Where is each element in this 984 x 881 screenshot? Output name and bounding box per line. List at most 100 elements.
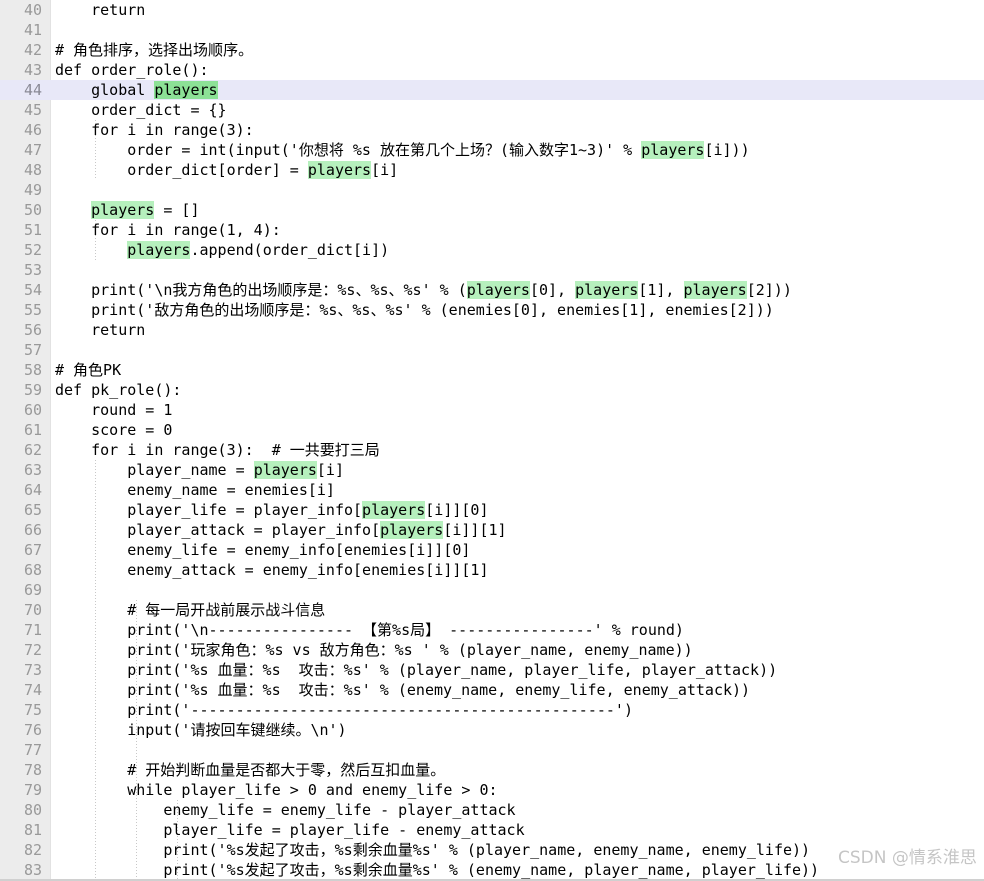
code-text[interactable]: player_attack = player_info[players[i]][… (55, 520, 507, 540)
code-text[interactable]: print('---------------------------------… (55, 700, 633, 720)
code-line[interactable]: 71 print('\n---------------- 【第%s局】 ----… (0, 620, 984, 640)
code-segment: input('请按回车键继续。\n') (55, 721, 347, 739)
code-line[interactable]: 72 print('玩家角色：%s vs 敌方角色：%s ' % (player… (0, 640, 984, 660)
code-line[interactable]: 40 return (0, 0, 984, 20)
code-line[interactable]: 51 for i in range(1, 4): (0, 220, 984, 240)
code-line[interactable]: 74 print('%s 血量：%s 攻击：%s' % (enemy_name,… (0, 680, 984, 700)
code-segment: # 每一局开战前展示战斗信息 (55, 601, 326, 619)
code-text[interactable]: # 角色PK (55, 360, 121, 380)
code-text[interactable]: round = 1 (55, 400, 172, 420)
code-line[interactable]: 44 global players (0, 80, 984, 100)
code-text[interactable]: # 每一局开战前展示战斗信息 (55, 600, 325, 620)
code-segment: [i]][0] (425, 501, 489, 519)
code-text[interactable]: player_name = players[i] (55, 460, 344, 480)
code-segment: order_dict[order] = (55, 161, 308, 179)
code-line[interactable]: 49 (0, 180, 984, 200)
code-editor[interactable]: 40 return 41 42 # 角色排序，选择出场顺序。 43 def order_r… (0, 0, 984, 881)
code-line[interactable]: 66 player_attack = player_info[players[i… (0, 520, 984, 540)
code-text[interactable]: players.append(order_dict[i]) (55, 240, 389, 260)
code-text[interactable]: global players (55, 80, 218, 100)
code-text[interactable]: enemy_life = enemy_info[enemies[i]][0] (55, 540, 470, 560)
line-number: 54 (23, 281, 42, 299)
code-line[interactable]: 60 round = 1 (0, 400, 984, 420)
code-line[interactable]: 42 # 角色排序，选择出场顺序。 (0, 40, 984, 60)
code-text[interactable]: print('%s发起了攻击，%s剩余血量%s' % (player_name,… (55, 840, 810, 860)
code-text[interactable]: enemy_life = enemy_life - player_attack (55, 800, 515, 820)
line-number: 66 (23, 521, 42, 539)
code-line[interactable]: 77 (0, 740, 984, 760)
code-text[interactable]: order = int(input('你想将 %s 放在第几个上场？(输入数字1… (55, 140, 750, 160)
code-text[interactable]: print('敌方角色的出场顺序是：%s、%s、%s' % (enemies[0… (55, 300, 774, 320)
code-line[interactable]: 64 enemy_name = enemies[i] (0, 480, 984, 500)
code-line[interactable]: 70 # 每一局开战前展示战斗信息 (0, 600, 984, 620)
code-line[interactable]: 52 players.append(order_dict[i]) (0, 240, 984, 260)
code-text[interactable]: # 开始判断血量是否都大于零，然后互扣血量。 (55, 760, 445, 780)
code-text[interactable]: return (55, 0, 145, 20)
code-line[interactable]: 54 print('\n我方角色的出场顺序是：%s、%s、%s' % (play… (0, 280, 984, 300)
code-line[interactable]: 57 (0, 340, 984, 360)
code-text[interactable]: score = 0 (55, 420, 172, 440)
code-segment: print('---------------------------------… (55, 701, 633, 719)
code-line[interactable]: 62 for i in range(3): # 一共要打三局 (0, 440, 984, 460)
code-line[interactable]: 63 player_name = players[i] (0, 460, 984, 480)
code-line[interactable]: 73 print('%s 血量：%s 攻击：%s' % (player_name… (0, 660, 984, 680)
code-line[interactable]: 55 print('敌方角色的出场顺序是：%s、%s、%s' % (enemie… (0, 300, 984, 320)
code-line[interactable]: 59 def pk_role(): (0, 380, 984, 400)
code-text[interactable]: # 角色排序，选择出场顺序。 (55, 40, 253, 60)
selected-search-match: players (154, 81, 218, 99)
code-line[interactable]: 46 for i in range(3): (0, 120, 984, 140)
code-line[interactable]: 41 (0, 20, 984, 40)
code-line[interactable]: 67 enemy_life = enemy_info[enemies[i]][0… (0, 540, 984, 560)
code-line[interactable]: 78 # 开始判断血量是否都大于零，然后互扣血量。 (0, 760, 984, 780)
code-text[interactable]: order_dict[order] = players[i] (55, 160, 398, 180)
search-match: players (91, 201, 155, 219)
code-line[interactable]: 81 player_life = player_life - enemy_att… (0, 820, 984, 840)
code-text[interactable]: for i in range(3): # 一共要打三局 (55, 440, 380, 460)
code-line[interactable]: 53 (0, 260, 984, 280)
code-line[interactable]: 50 players = [] (0, 200, 984, 220)
code-line[interactable]: 48 order_dict[order] = players[i] (0, 160, 984, 180)
code-line[interactable]: 68 enemy_attack = enemy_info[enemies[i]]… (0, 560, 984, 580)
code-text[interactable]: print('%s 血量：%s 攻击：%s' % (player_name, p… (55, 660, 777, 680)
code-text[interactable]: def pk_role(): (55, 380, 181, 400)
code-line[interactable]: 82 print('%s发起了攻击，%s剩余血量%s' % (player_na… (0, 840, 984, 860)
code-segment: .append(order_dict[i]) (190, 241, 390, 259)
code-line[interactable]: 69 (0, 580, 984, 600)
code-line[interactable]: 76 input('请按回车键继续。\n') (0, 720, 984, 740)
code-text[interactable]: print('\n我方角色的出场顺序是：%s、%s、%s' % (players… (55, 280, 792, 300)
code-line[interactable]: 65 player_life = player_info[players[i]]… (0, 500, 984, 520)
code-line[interactable]: 83 print('%s发起了攻击，%s剩余血量%s' % (enemy_nam… (0, 860, 984, 880)
code-text[interactable]: for i in range(1, 4): (55, 220, 281, 240)
code-text[interactable]: def order_role(): (55, 60, 209, 80)
code-text[interactable]: enemy_name = enemies[i] (55, 480, 335, 500)
code-line[interactable]: 79 while player_life > 0 and enemy_life … (0, 780, 984, 800)
code-text[interactable]: print('\n---------------- 【第%s局】 -------… (55, 620, 684, 640)
line-number: 59 (23, 381, 42, 399)
code-segment: player_name = (55, 461, 254, 479)
code-line[interactable]: 56 return (0, 320, 984, 340)
code-line[interactable]: 47 order = int(input('你想将 %s 放在第几个上场？(输入… (0, 140, 984, 160)
code-text[interactable]: input('请按回车键继续。\n') (55, 720, 347, 740)
code-text[interactable]: enemy_attack = enemy_info[enemies[i]][1] (55, 560, 488, 580)
code-line[interactable]: 58 # 角色PK (0, 360, 984, 380)
code-line[interactable]: 43 def order_role(): (0, 60, 984, 80)
code-text[interactable]: print('%s 血量：%s 攻击：%s' % (enemy_name, en… (55, 680, 750, 700)
code-line[interactable]: 45 order_dict = {} (0, 100, 984, 120)
code-segment: print('%s发起了攻击，%s剩余血量%s' % (enemy_name, … (55, 861, 820, 879)
line-number: 83 (23, 861, 42, 879)
code-segment: for i in range(3): # 一共要打三局 (55, 441, 380, 459)
code-text[interactable]: return (55, 320, 145, 340)
code-text[interactable]: for i in range(3): (55, 120, 254, 140)
code-text[interactable]: print('玩家角色：%s vs 敌方角色：%s ' % (player_na… (55, 640, 692, 660)
code-text[interactable]: player_life = player_info[players[i]][0] (55, 500, 488, 520)
code-line[interactable]: 75 print('------------------------------… (0, 700, 984, 720)
code-text[interactable]: players = [] (55, 200, 200, 220)
code-text[interactable]: order_dict = {} (55, 100, 226, 120)
code-line[interactable]: 61 score = 0 (0, 420, 984, 440)
code-lines[interactable]: 40 return 41 42 # 角色排序，选择出场顺序。 43 def order_r… (0, 0, 984, 881)
code-line[interactable]: 80 enemy_life = enemy_life - player_atta… (0, 800, 984, 820)
code-text[interactable]: while player_life > 0 and enemy_life > 0… (55, 780, 497, 800)
code-text[interactable]: player_life = player_life - enemy_attack (55, 820, 524, 840)
code-text[interactable]: print('%s发起了攻击，%s剩余血量%s' % (enemy_name, … (55, 860, 819, 880)
code-segment: player_life = player_info[ (55, 501, 363, 519)
